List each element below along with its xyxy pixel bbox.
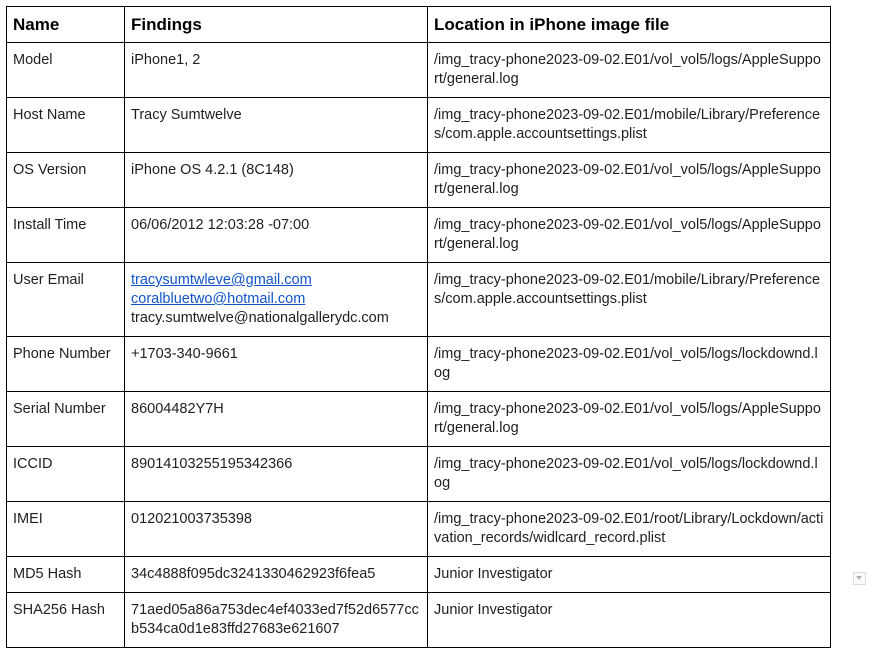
email-link-hotmail[interactable]: coralbluetwo@hotmail.com bbox=[131, 290, 421, 309]
row-findings: 86004482Y7H bbox=[124, 391, 428, 447]
table-row: SHA256 Hash 71aed05a86a753dec4ef4033ed7f… bbox=[6, 592, 831, 648]
row-name: Model bbox=[6, 42, 125, 98]
row-location: /img_tracy-phone2023-09-02.E01/mobile/Li… bbox=[427, 262, 831, 337]
row-location: Junior Investigator bbox=[427, 592, 831, 648]
email-link-gmail[interactable]: tracysumtwleve@gmail.com bbox=[131, 271, 421, 290]
table-row: Phone Number +1703-340-9661 /img_tracy-p… bbox=[6, 336, 831, 392]
row-location: /img_tracy-phone2023-09-02.E01/root/Libr… bbox=[427, 501, 831, 557]
findings-table: Name Findings Location in iPhone image f… bbox=[6, 6, 831, 648]
row-findings-emails: tracysumtwleve@gmail.com coralbluetwo@ho… bbox=[124, 262, 428, 337]
table-row: Host Name Tracy Sumtwelve /img_tracy-pho… bbox=[6, 97, 831, 153]
table-row: MD5 Hash 34c4888f095dc3241330462923f6fea… bbox=[6, 556, 831, 593]
table-row: User Email tracysumtwleve@gmail.com cora… bbox=[6, 262, 831, 337]
header-location: Location in iPhone image file bbox=[427, 6, 831, 43]
row-location: /img_tracy-phone2023-09-02.E01/vol_vol5/… bbox=[427, 391, 831, 447]
table-row: IMEI 012021003735398 /img_tracy-phone202… bbox=[6, 501, 831, 557]
row-findings: iPhone OS 4.2.1 (8C148) bbox=[124, 152, 428, 208]
email-text-work: tracy.sumtwelve@nationalgallerydc.com bbox=[131, 310, 389, 326]
row-name: Serial Number bbox=[6, 391, 125, 447]
row-location: /img_tracy-phone2023-09-02.E01/vol_vol5/… bbox=[427, 446, 831, 502]
header-findings: Findings bbox=[124, 6, 428, 43]
row-name: MD5 Hash bbox=[6, 556, 125, 593]
row-findings: 89014103255195342366 bbox=[124, 446, 428, 502]
row-location: /img_tracy-phone2023-09-02.E01/vol_vol5/… bbox=[427, 152, 831, 208]
table-row: Model iPhone1, 2 /img_tracy-phone2023-09… bbox=[6, 42, 831, 98]
row-name: ICCID bbox=[6, 446, 125, 502]
table-row: OS Version iPhone OS 4.2.1 (8C148) /img_… bbox=[6, 152, 831, 208]
row-location: Junior Investigator bbox=[427, 556, 831, 593]
row-location: /img_tracy-phone2023-09-02.E01/vol_vol5/… bbox=[427, 207, 831, 263]
table-row: ICCID 89014103255195342366 /img_tracy-ph… bbox=[6, 446, 831, 502]
row-location: /img_tracy-phone2023-09-02.E01/vol_vol5/… bbox=[427, 42, 831, 98]
table-row: Install Time 06/06/2012 12:03:28 -07:00 … bbox=[6, 207, 831, 263]
row-name: Host Name bbox=[6, 97, 125, 153]
row-name: Phone Number bbox=[6, 336, 125, 392]
row-name: IMEI bbox=[6, 501, 125, 557]
row-findings: 06/06/2012 12:03:28 -07:00 bbox=[124, 207, 428, 263]
row-findings: 71aed05a86a753dec4ef4033ed7f52d6577ccb53… bbox=[124, 592, 428, 648]
row-findings: 012021003735398 bbox=[124, 501, 428, 557]
row-findings: 34c4888f095dc3241330462923f6fea5 bbox=[124, 556, 428, 593]
row-name: OS Version bbox=[6, 152, 125, 208]
row-location: /img_tracy-phone2023-09-02.E01/vol_vol5/… bbox=[427, 336, 831, 392]
table-row: Serial Number 86004482Y7H /img_tracy-pho… bbox=[6, 391, 831, 447]
table-header-row: Name Findings Location in iPhone image f… bbox=[6, 6, 831, 43]
row-findings: iPhone1, 2 bbox=[124, 42, 428, 98]
cell-dropdown-icon[interactable] bbox=[853, 572, 866, 585]
findings-table-container: Name Findings Location in iPhone image f… bbox=[6, 6, 831, 648]
row-location: /img_tracy-phone2023-09-02.E01/mobile/Li… bbox=[427, 97, 831, 153]
header-name: Name bbox=[6, 6, 125, 43]
row-findings: Tracy Sumtwelve bbox=[124, 97, 428, 153]
row-findings: +1703-340-9661 bbox=[124, 336, 428, 392]
row-name: SHA256 Hash bbox=[6, 592, 125, 648]
row-name: User Email bbox=[6, 262, 125, 337]
row-name: Install Time bbox=[6, 207, 125, 263]
